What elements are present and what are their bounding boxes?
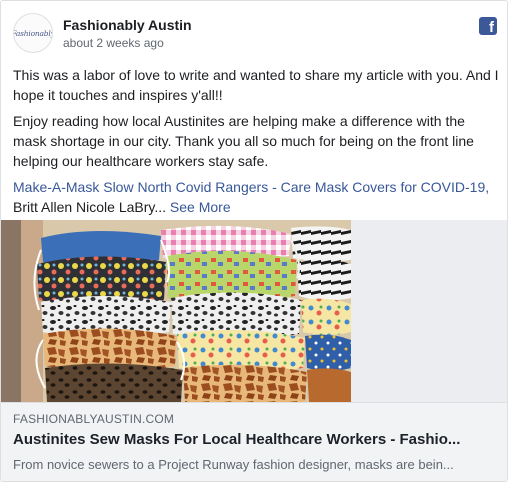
preview-title[interactable]: Austinites Sew Masks For Local Healthcar…: [13, 429, 495, 451]
page-avatar[interactable]: Fashionably: [13, 13, 53, 53]
facebook-icon[interactable]: f: [479, 17, 497, 35]
post-image[interactable]: [1, 220, 507, 402]
post-paragraph-1: This was a labor of love to write and wa…: [13, 67, 499, 103]
facebook-post-card: Fashionably Fashionably Austin about 2 w…: [0, 0, 508, 482]
masks-photo: [1, 220, 507, 402]
post-header: Fashionably Fashionably Austin about 2 w…: [13, 13, 497, 57]
post-paragraph-2: Enjoy reading how local Austinites are h…: [13, 113, 474, 169]
see-more-link[interactable]: See More: [170, 199, 231, 215]
tags-continued: Britt Allen Nicole LaBry...: [13, 199, 167, 215]
tags-link[interactable]: Make-A-Mask Slow North Covid Rangers - C…: [13, 179, 489, 195]
page-name-link[interactable]: Fashionably Austin: [63, 17, 192, 33]
post-tags: Make-A-Mask Slow North Covid Rangers - C…: [13, 177, 499, 217]
link-preview[interactable]: FASHIONABLYAUSTIN.COM Austinites Sew Mas…: [1, 402, 507, 481]
preview-description: From novice sewers to a Project Runway f…: [13, 457, 454, 472]
post-body: This was a labor of love to write and wa…: [13, 65, 499, 223]
preview-domain: FASHIONABLYAUSTIN.COM: [13, 412, 175, 426]
post-timestamp[interactable]: about 2 weeks ago: [63, 36, 164, 50]
avatar-logo-text: Fashionably: [13, 28, 53, 38]
facebook-glyph: f: [489, 19, 494, 36]
